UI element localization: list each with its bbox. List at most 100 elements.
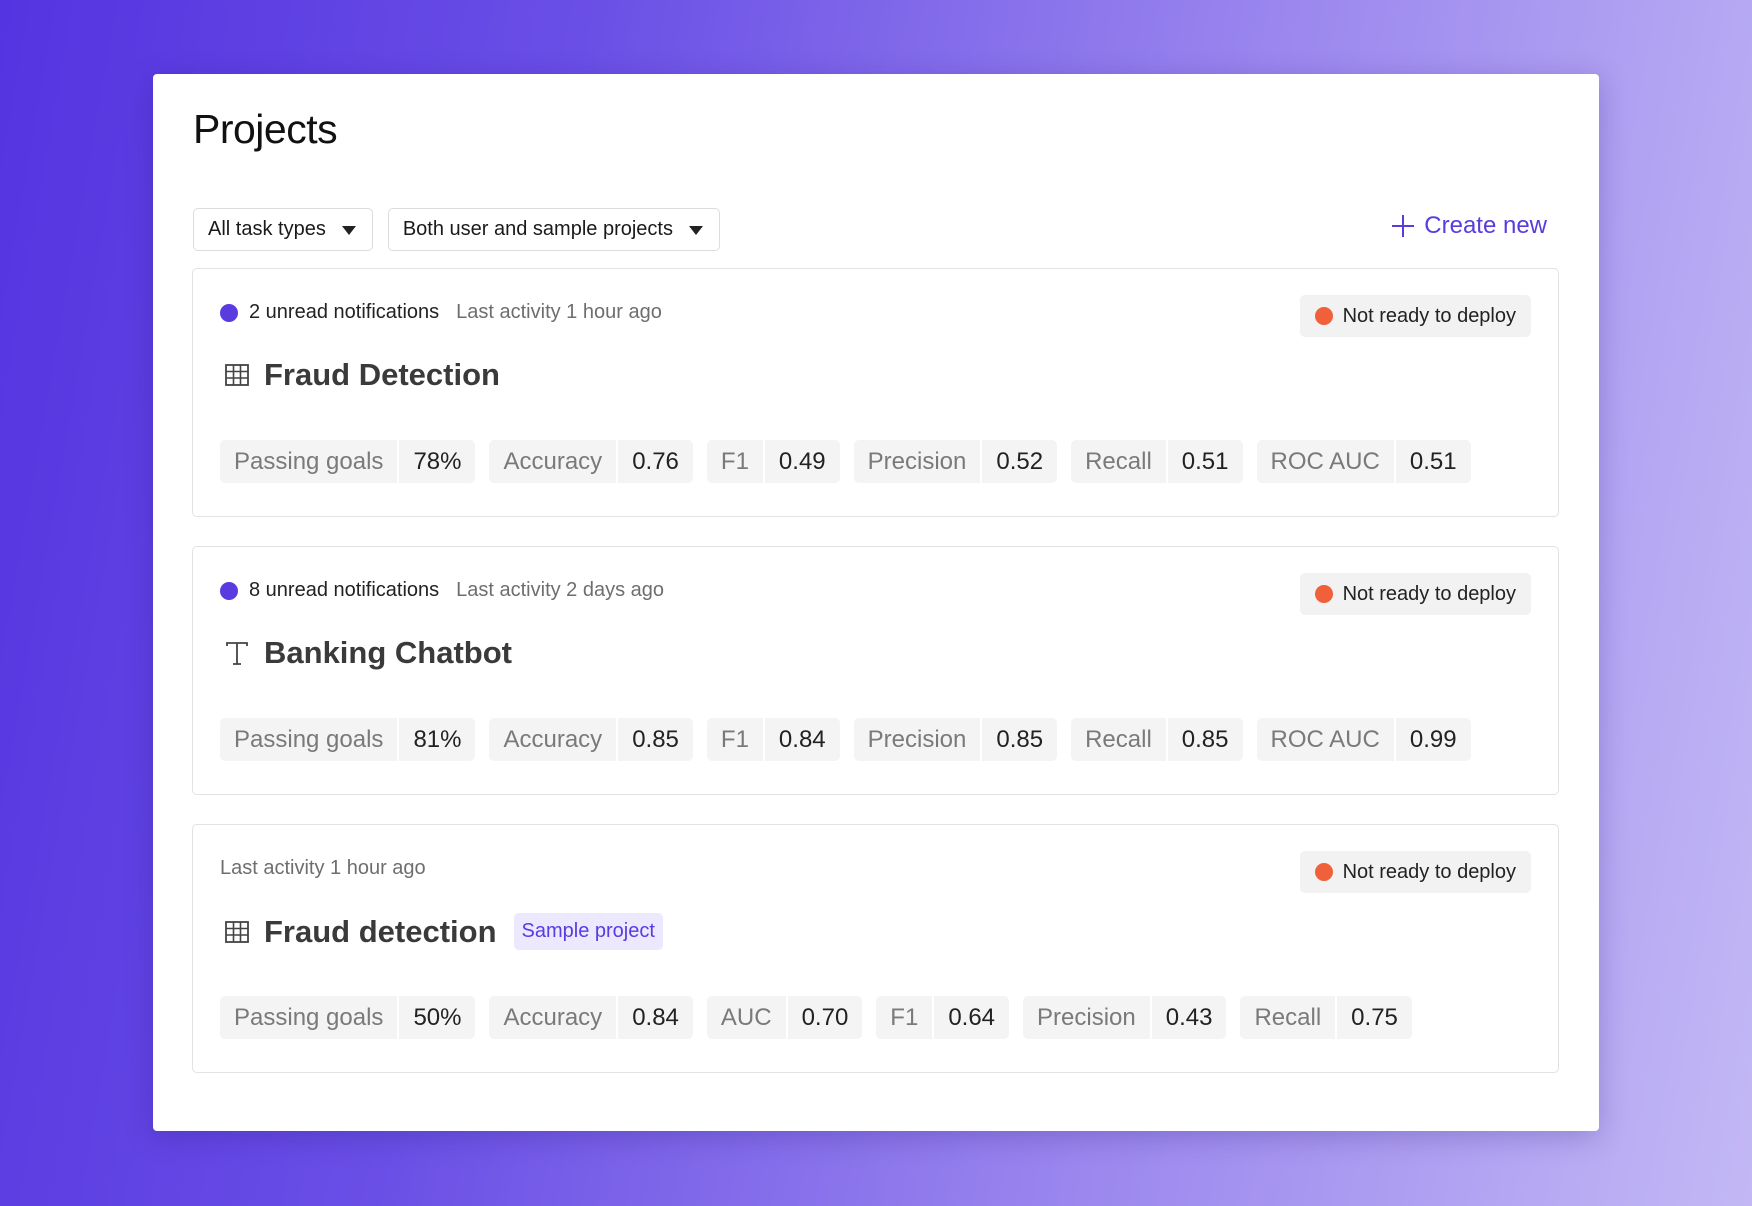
- metric-value: 0.64: [948, 1003, 996, 1031]
- metric-value: 0.51: [1181, 447, 1229, 475]
- create-new-label: Create new: [1424, 212, 1547, 239]
- metric-label: Passing goals: [220, 996, 400, 1039]
- metric-value: 0.99: [1409, 725, 1457, 753]
- metric-label: Precision: [854, 440, 983, 483]
- metric-value: 0.70: [801, 1003, 849, 1031]
- projects-panel: Projects All task types Both user and sa…: [153, 74, 1599, 1131]
- task-type-dropdown-label: All task types: [208, 218, 326, 240]
- metric-label: ROC AUC: [1257, 440, 1396, 483]
- metric-recall: Recall 0.85: [1071, 718, 1243, 761]
- metric-value: 0.84: [632, 1003, 679, 1031]
- metric-recall: Recall 0.75: [1240, 996, 1412, 1039]
- metric-value: 81%: [413, 725, 462, 753]
- notification-dot-icon: [220, 581, 238, 600]
- card-title-row: Fraud detection Sample project: [224, 913, 663, 950]
- card-title-row: Fraud Detection: [224, 357, 500, 393]
- metric-value: 0.52: [996, 447, 1044, 475]
- metric-value: 0.43: [1165, 1003, 1213, 1031]
- project-card-fraud-detection-sample[interactable]: Last activity 1 hour ago Not ready to de…: [192, 824, 1559, 1073]
- table-icon: [224, 362, 250, 388]
- metric-value: 0.75: [1351, 1003, 1398, 1031]
- metric-label: Accuracy: [489, 718, 619, 761]
- plus-icon: [1392, 215, 1415, 237]
- metric-value: 0.84: [778, 725, 826, 753]
- card-meta: 2 unread notifications Last activity 1 h…: [220, 301, 662, 324]
- filter-bar: All task types Both user and sample proj…: [193, 208, 720, 251]
- last-activity: Last activity 1 hour ago: [456, 301, 662, 323]
- metric-accuracy: Accuracy 0.85: [489, 718, 693, 761]
- status-dot-icon: [1314, 307, 1333, 325]
- project-name[interactable]: Fraud Detection: [264, 357, 500, 393]
- metric-label: Passing goals: [220, 718, 400, 761]
- project-name[interactable]: Fraud detection: [264, 914, 497, 950]
- metric-passing-goals: Passing goals 81%: [220, 718, 476, 761]
- card-title-row: Banking Chatbot: [224, 635, 512, 671]
- metric-label: F1: [876, 996, 935, 1039]
- page-title: Projects: [193, 106, 338, 152]
- status-dot-icon: [1314, 863, 1333, 881]
- caret-down-icon: [688, 226, 703, 235]
- metric-value: 0.85: [632, 725, 679, 753]
- metric-label: Accuracy: [489, 996, 619, 1039]
- project-scope-dropdown[interactable]: Both user and sample projects: [387, 208, 720, 251]
- metric-label: ROC AUC: [1257, 718, 1396, 761]
- deploy-status-badge: Not ready to deploy: [1299, 573, 1531, 615]
- task-type-dropdown[interactable]: All task types: [193, 208, 373, 251]
- metric-value: 0.76: [632, 447, 679, 475]
- metric-accuracy: Accuracy 0.84: [489, 996, 693, 1039]
- metric-passing-goals: Passing goals 50%: [220, 996, 476, 1039]
- metrics-row: Passing goals 50% Accuracy 0.84 AUC 0.70 F1…: [220, 996, 1412, 1039]
- metric-recall: Recall 0.51: [1071, 440, 1243, 483]
- card-meta: Last activity 1 hour ago: [220, 857, 426, 880]
- notification-count[interactable]: 2 unread notifications: [249, 301, 439, 324]
- metric-f1: F1 0.64: [876, 996, 1010, 1039]
- card-meta: 8 unread notifications Last activity 2 d…: [220, 579, 664, 602]
- metric-value: 50%: [413, 1003, 462, 1031]
- metric-precision: Precision 0.43: [1023, 996, 1227, 1039]
- metric-label: AUC: [707, 996, 788, 1039]
- metric-f1: F1 0.84: [706, 718, 840, 761]
- status-dot-icon: [1314, 585, 1333, 603]
- metric-passing-goals: Passing goals 78%: [220, 440, 476, 483]
- metric-label: Precision: [1023, 996, 1152, 1039]
- last-activity: Last activity 1 hour ago: [220, 857, 426, 879]
- metric-precision: Precision 0.52: [853, 440, 1058, 483]
- metric-value: 0.85: [1181, 725, 1229, 753]
- deploy-status-text: Not ready to deploy: [1342, 582, 1516, 605]
- metric-roc-auc: ROC AUC 0.51: [1256, 440, 1471, 483]
- last-activity: Last activity 2 days ago: [456, 579, 665, 601]
- deploy-status-text: Not ready to deploy: [1342, 304, 1516, 327]
- project-name[interactable]: Banking Chatbot: [264, 635, 512, 671]
- metric-value: 0.49: [778, 447, 826, 475]
- metrics-row: Passing goals 78% Accuracy 0.76 F1 0.49 Pre…: [220, 440, 1471, 483]
- metrics-row: Passing goals 81% Accuracy 0.85 F1 0.84 Pre…: [220, 718, 1471, 761]
- notification-dot-icon: [220, 303, 238, 322]
- metric-accuracy: Accuracy 0.76: [489, 440, 693, 483]
- metric-label: F1: [707, 440, 765, 483]
- metric-f1: F1 0.49: [706, 440, 840, 483]
- deploy-status-badge: Not ready to deploy: [1299, 295, 1531, 337]
- metric-label: Precision: [854, 718, 983, 761]
- metric-label: Accuracy: [489, 440, 619, 483]
- metric-label: Recall: [1240, 996, 1338, 1039]
- project-scope-dropdown-label: Both user and sample projects: [402, 218, 673, 240]
- metric-value: 0.85: [996, 725, 1044, 753]
- table-icon: [224, 919, 250, 945]
- metric-value: 78%: [413, 447, 462, 475]
- metric-auc: AUC 0.70: [706, 996, 863, 1039]
- metric-roc-auc: ROC AUC 0.99: [1256, 718, 1471, 761]
- create-new-button[interactable]: Create new: [1392, 212, 1547, 240]
- metric-label: F1: [707, 718, 765, 761]
- metric-value: 0.51: [1409, 447, 1457, 475]
- project-card-banking-chatbot[interactable]: 8 unread notifications Last activity 2 d…: [192, 546, 1559, 795]
- project-card-fraud-detection[interactable]: 2 unread notifications Last activity 1 h…: [192, 268, 1559, 517]
- metric-label: Recall: [1071, 718, 1168, 761]
- text-icon: [224, 640, 250, 666]
- caret-down-icon: [341, 226, 356, 235]
- metric-label: Passing goals: [220, 440, 400, 483]
- deploy-status-badge: Not ready to deploy: [1299, 851, 1531, 893]
- sample-project-tag: Sample project: [513, 913, 663, 950]
- deploy-status-text: Not ready to deploy: [1342, 860, 1516, 883]
- metric-label: Recall: [1071, 440, 1168, 483]
- notification-count[interactable]: 8 unread notifications: [249, 579, 439, 602]
